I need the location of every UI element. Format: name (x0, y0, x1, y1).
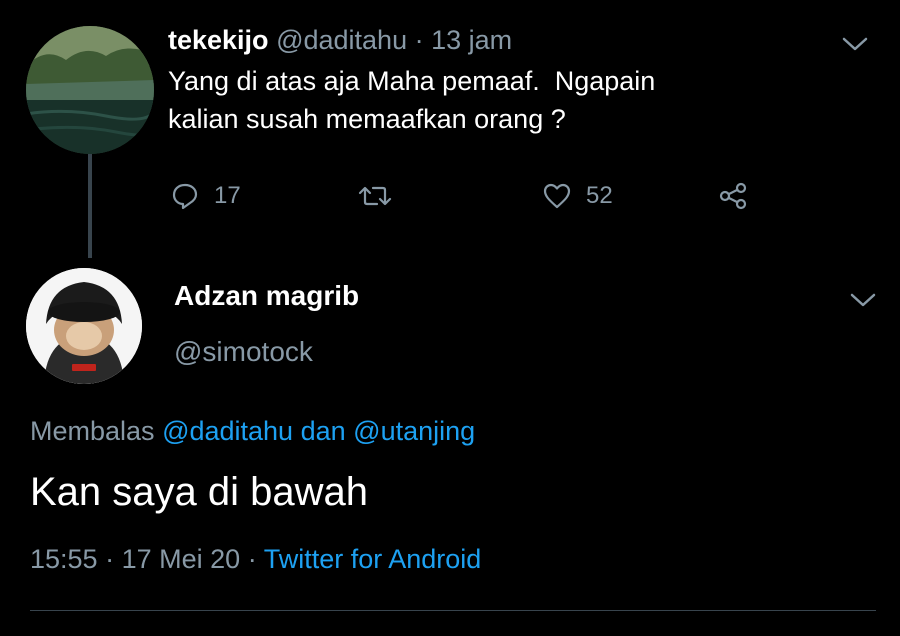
parent-display-name[interactable]: tekekijo (168, 25, 269, 55)
share-icon (718, 181, 748, 211)
reply-tweet-text: Kan saya di bawah (30, 470, 369, 514)
parent-handle[interactable]: @daditahu (276, 25, 407, 55)
heart-icon (542, 181, 572, 211)
reply-count: 17 (214, 182, 241, 209)
chevron-down-icon[interactable] (848, 290, 878, 310)
like-count: 52 (586, 182, 613, 209)
landscape-avatar-image (26, 26, 154, 154)
reply-avatar[interactable] (26, 268, 142, 384)
mention-link[interactable]: @utanjing (353, 416, 475, 446)
parent-avatar[interactable] (26, 26, 154, 154)
parent-separator: · (414, 25, 424, 55)
thread-connector-line (88, 150, 92, 258)
reply-display-name[interactable]: Adzan magrib (174, 280, 359, 312)
reply-metadata: 15:55 · 17 Mei 20 · Twitter for Android (30, 544, 481, 575)
replying-to-line: Membalas @daditahu dan @utanjing (30, 416, 475, 447)
reply-icon (170, 181, 200, 211)
meta-separator: · (105, 544, 115, 574)
parent-tweet-text: Yang di atas aja Maha pemaaf. Ngapain ka… (168, 62, 858, 138)
reply-time: 15:55 (30, 544, 98, 574)
tweet-detail-page: tekekijo @daditahu · 13 jam Yang di atas… (0, 0, 900, 636)
reply-date: 17 Mei 20 (121, 544, 241, 574)
parent-tweet[interactable]: tekekijo @daditahu · 13 jam Yang di atas… (168, 22, 858, 138)
share-button[interactable] (718, 174, 748, 218)
source-link[interactable]: Twitter for Android (264, 544, 482, 574)
reply-button[interactable]: 17 (170, 174, 241, 218)
parent-tweet-header: tekekijo @daditahu · 13 jam (168, 22, 858, 58)
parent-text-line-2: kalian susah memaafkan orang ? (168, 104, 566, 134)
reply-handle[interactable]: @simotock (174, 336, 313, 368)
parent-text-line-1: Yang di atas aja Maha pemaaf. Ngapain (168, 66, 656, 96)
retweet-icon (358, 181, 392, 211)
meta-separator: · (247, 544, 257, 574)
hooded-cat-avatar-image (26, 268, 142, 384)
divider (30, 610, 876, 611)
replying-prefix: Membalas (30, 416, 155, 446)
replying-conjunction[interactable]: dan (301, 416, 346, 446)
chevron-down-icon[interactable] (840, 34, 870, 54)
mention-link[interactable]: @daditahu (162, 416, 293, 446)
like-button[interactable]: 52 (542, 174, 613, 218)
retweet-button[interactable] (358, 174, 392, 218)
parent-timestamp[interactable]: 13 jam (431, 25, 512, 55)
